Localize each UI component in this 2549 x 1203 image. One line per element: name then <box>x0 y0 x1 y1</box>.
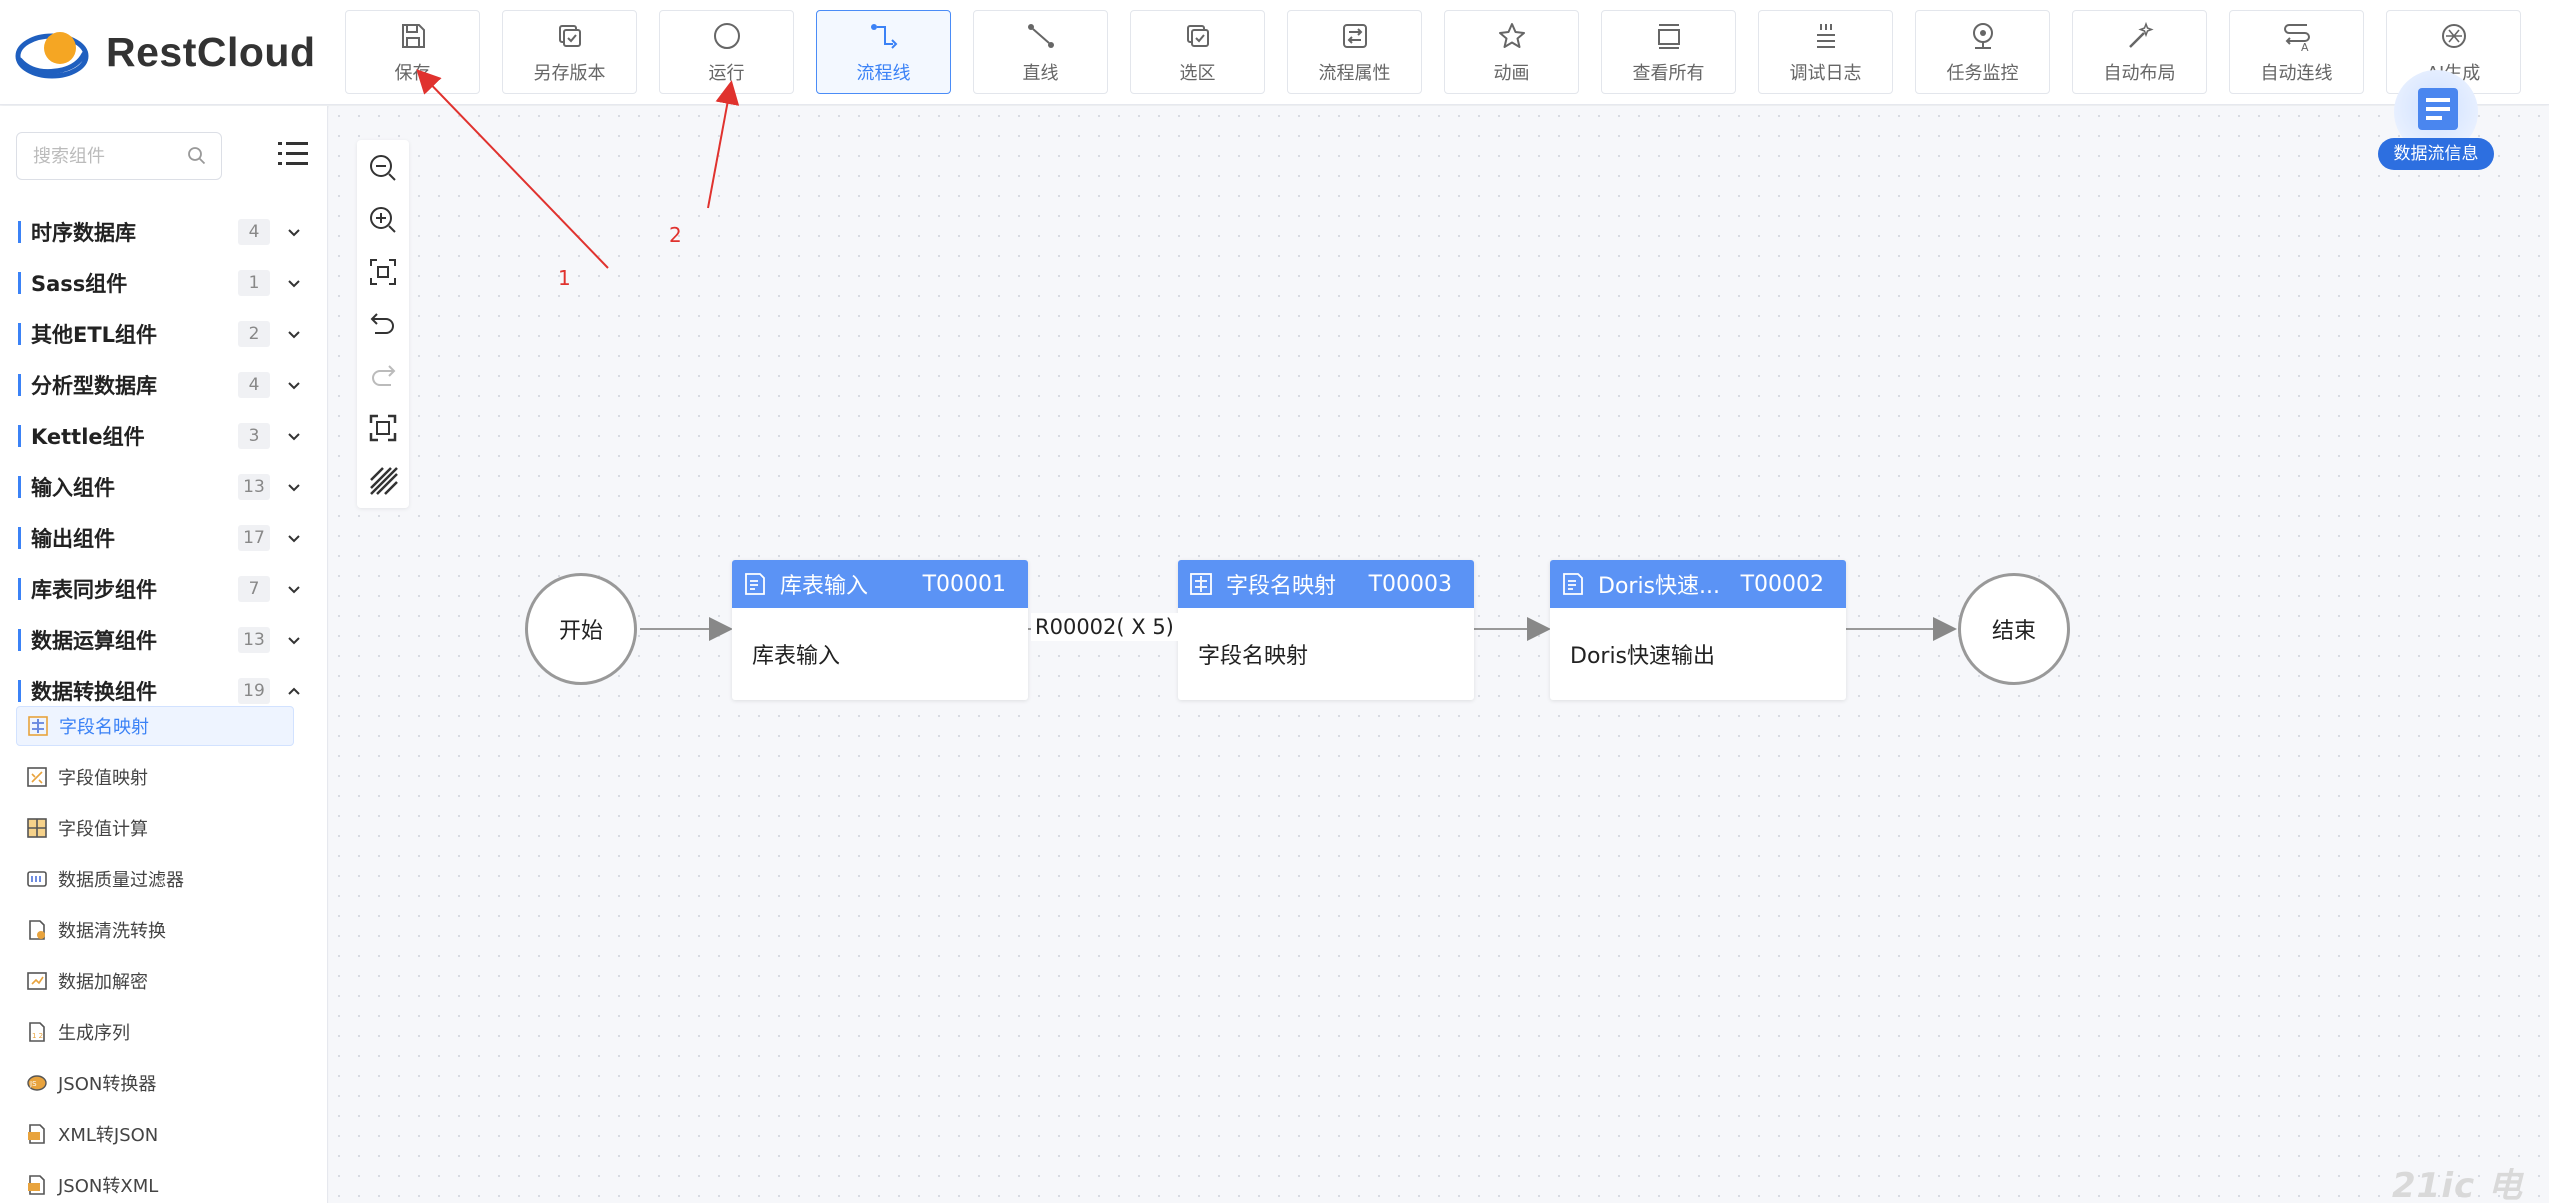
annotation-number-1: 1 <box>558 266 571 290</box>
node-body: 字段名映射 <box>1198 644 1309 669</box>
start-node[interactable]: 开始 <box>525 573 637 685</box>
document-list-icon <box>2418 88 2458 130</box>
node-header: 字段名映射 T00003 <box>1178 560 1474 608</box>
node-field-name-mapping[interactable]: 字段名映射 T00003 字段名映射 <box>1178 560 1474 700</box>
doris-output-icon <box>1563 573 1583 595</box>
node-header: 库表输入 T00001 <box>732 560 1028 608</box>
node-title: 字段名映射 <box>1226 574 1337 599</box>
node-body: Doris快速输出 <box>1570 644 1716 669</box>
flow-info-button[interactable]: 数据流信息 <box>2378 70 2494 170</box>
watermark: 21ic 电子网 <box>2392 1166 2523 1203</box>
flow-info-label: 数据流信息 <box>2378 138 2494 170</box>
annotation-arrow-2 <box>707 80 740 209</box>
node-table-input[interactable]: 库表输入 T00001 库表输入 <box>732 560 1028 700</box>
field-mapping-icon <box>1190 573 1212 595</box>
node-doris-output[interactable]: Doris快速... T00002 Doris快速输出 <box>1550 560 1846 700</box>
annotation-arrow-1 <box>416 69 609 269</box>
node-title: 库表输入 <box>780 574 869 599</box>
edge-label[interactable]: R00002( X 5) <box>1031 613 1178 641</box>
annotation-number-2: 2 <box>669 223 682 247</box>
end-node[interactable]: 结束 <box>1958 573 2070 685</box>
end-label: 结束 <box>1991 619 2036 644</box>
start-label: 开始 <box>558 619 603 644</box>
node-title: Doris快速... <box>1598 574 1720 599</box>
node-header: Doris快速... T00002 <box>1550 560 1846 608</box>
node-body: 库表输入 <box>752 644 841 669</box>
node-id: T00001 <box>922 571 1006 597</box>
node-id: T00002 <box>1740 571 1824 597</box>
table-input-icon <box>745 573 765 595</box>
node-id: T00003 <box>1368 571 1452 597</box>
